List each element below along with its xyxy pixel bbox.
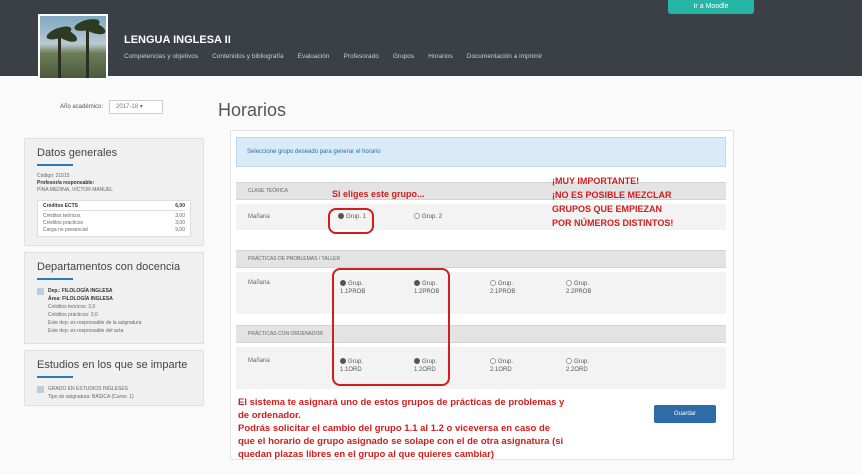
course-code: Código: 21515 xyxy=(37,173,70,179)
page-title: Horarios xyxy=(218,100,287,120)
save-button[interactable]: Guardar xyxy=(654,405,716,423)
course-image xyxy=(38,14,108,80)
study-item[interactable]: GRADO EN ESTUDIOS INGLESES xyxy=(37,385,191,393)
title-underline xyxy=(37,376,73,378)
credits-row: Créditos prácticos 3,00 xyxy=(43,220,185,226)
radio-dot xyxy=(566,280,572,286)
radio-dot xyxy=(490,358,496,364)
department-item: Créditos teóricos: 3,0 xyxy=(48,304,96,310)
computer-radio-22[interactable]: Grup. 2.2ORD xyxy=(566,358,589,374)
year-value: 2017-18 xyxy=(116,104,139,110)
general-title: Datos generales xyxy=(37,147,118,159)
nav-documentacion[interactable]: Documentación a imprimir xyxy=(467,53,543,60)
problems-mode: Mañana xyxy=(248,280,270,286)
theory-radio-2[interactable]: Grup. 2 xyxy=(414,213,442,221)
department-icon xyxy=(37,288,44,295)
nav-contenidos[interactable]: Contenidos y bibliografía xyxy=(212,53,284,60)
computer-mode: Mañana xyxy=(248,358,270,364)
sidebar: Año académico: 2017-18 ▾ Datos generales… xyxy=(24,100,204,412)
theory-mode: Mañana xyxy=(248,214,270,220)
nav-horarios[interactable]: Horarios xyxy=(428,53,453,60)
computer-group xyxy=(236,347,726,389)
credits-table: Créditos ECTS 6,00 Créditos teóricos 3,00 … xyxy=(37,200,191,237)
radio-dot xyxy=(566,358,572,364)
nav-grupos[interactable]: Grupos xyxy=(393,53,414,60)
nav-profesorado[interactable]: Profesorado xyxy=(343,53,378,60)
problems-radio-21[interactable]: Grup. 2.1PROB xyxy=(490,280,515,296)
general-panel: Datos generales Código: 21515 Profesor/a… xyxy=(24,138,204,246)
moodle-button[interactable]: Ir a Moodle xyxy=(668,0,754,14)
studies-title: Estudios en los que se imparte xyxy=(37,359,188,371)
radio-dot xyxy=(490,280,496,286)
year-label: Año académico: xyxy=(60,104,104,110)
department-item: Este dep. es responsable de la asignatur… xyxy=(48,320,142,326)
credits-row: Créditos ECTS 6,00 xyxy=(43,203,185,211)
responsible-label: Profesor/a responsable: xyxy=(37,180,95,186)
problems-header: PRÁCTICAS DE PROBLEMAS / TALLER xyxy=(236,250,726,268)
problems-group xyxy=(236,272,726,314)
year-row: Año académico: 2017-18 ▾ xyxy=(24,100,204,114)
departments-title: Departamentos con docencia xyxy=(37,261,181,273)
annotation-important: ¡MUY IMPORTANTE! ¡NO ES POSIBLE MEZCLAR … xyxy=(552,176,674,228)
course-title: LENGUA INGLESA II xyxy=(124,34,231,46)
studies-panel: Estudios en los que se imparte GRADO EN … xyxy=(24,350,204,406)
credits-row: Carga no presencial 9,00 xyxy=(43,227,185,233)
department-item: Este dep. es responsable del acta xyxy=(48,328,124,334)
radio-dot xyxy=(414,213,420,219)
annotation-pick: Si eliges este grupo... xyxy=(332,189,425,199)
course-nav: Competencias y objetivos Contenidos y bi… xyxy=(124,53,542,60)
department-item[interactable]: Dep.: FILOLOGÍA INGLESA xyxy=(37,287,191,295)
department-item: Área: FILOLOGÍA INGLESA xyxy=(48,296,113,302)
annotation-box-theory xyxy=(328,208,374,234)
info-alert: Seleccione grupo deseado para generar el… xyxy=(236,137,726,167)
department-item: Créditos prácticos: 3,0 xyxy=(48,312,98,318)
year-select[interactable]: 2017-18 ▾ xyxy=(109,100,164,114)
problems-radio-22[interactable]: Grup. 2.2PROB xyxy=(566,280,591,296)
title-underline xyxy=(37,164,73,166)
responsible-name[interactable]: PINA MEDINA, VICTOR MANUEL xyxy=(37,187,191,194)
annotation-bottom: El sistema te asignará uno de estos grup… xyxy=(238,397,565,460)
credits-row: Créditos teóricos 3,00 xyxy=(43,213,185,219)
title-underline xyxy=(37,278,73,280)
nav-competencias[interactable]: Competencias y objetivos xyxy=(124,53,198,60)
study-icon xyxy=(37,386,44,393)
nav-evaluacion[interactable]: Evaluación xyxy=(298,53,330,60)
computer-radio-21[interactable]: Grup. 2.1ORD xyxy=(490,358,513,374)
study-item: Tipo de asignatura: BÁSICA (Curso: 1) xyxy=(48,394,134,400)
departments-panel: Departamentos con docencia Dep.: FILOLOG… xyxy=(24,252,204,344)
annotation-box-practicals xyxy=(332,268,450,386)
computer-header: PRÁCTICAS CON ORDENADOR xyxy=(236,325,726,343)
